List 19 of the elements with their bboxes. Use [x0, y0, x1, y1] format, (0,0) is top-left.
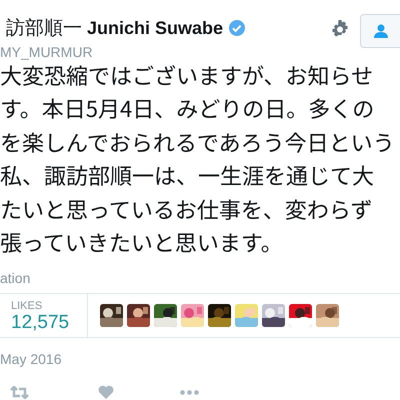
tweet-text-line: 張っていきたいと思います。 — [0, 226, 284, 260]
tweet-text-line: す。本日5月4日、みどりの日。多くの — [0, 92, 376, 126]
like-icon[interactable] — [98, 385, 114, 400]
retweet-icon[interactable] — [10, 386, 29, 399]
follow-button[interactable] — [360, 14, 400, 48]
tweet-date: May 2016 — [0, 351, 62, 368]
more-icon[interactable] — [180, 390, 199, 395]
tweet-text-line: 私、諏訪部順一は、一生涯を通じて大 — [0, 159, 376, 193]
likes-count: 12,575 — [11, 312, 70, 334]
likes-label: LIKES — [11, 300, 44, 312]
username: MY_MURMUR — [0, 44, 94, 60]
display-name: 訪部順一 — [6, 17, 82, 41]
translate-link[interactable]: ation — [0, 270, 30, 286]
tweet-text-line: たいと思っているお仕事を、変わらず — [0, 192, 374, 226]
tweet-text-line: を楽しんでおられるであろう今日という — [0, 126, 396, 160]
display-name: Junichi Suwabe — [87, 18, 224, 38]
settings-icon[interactable] — [330, 19, 350, 39]
tweet-text-line: 大変恐縮ではございますが、お知らせ — [0, 59, 374, 92]
person-icon — [373, 24, 389, 38]
